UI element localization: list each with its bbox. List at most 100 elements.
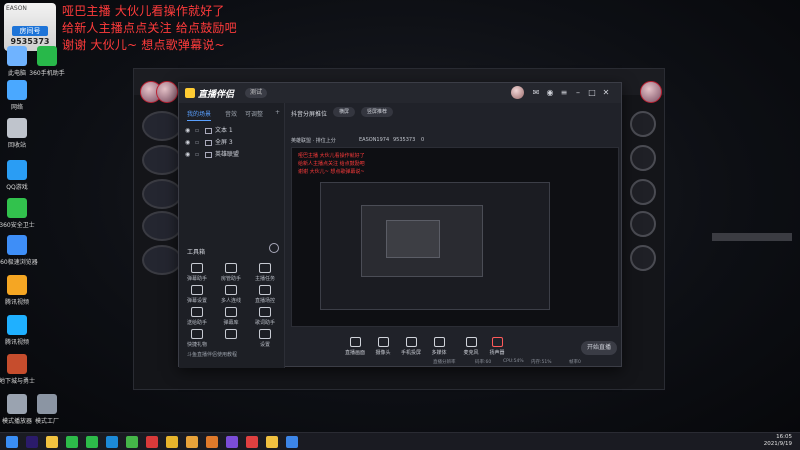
scene-item[interactable]: ◉ ▫ 文本 1	[185, 125, 277, 137]
scroll-bar[interactable]	[712, 233, 792, 241]
stream-preview[interactable]: 哑巴主播 大伙儿看操作就好了 给新人主播点关注 给点鼓励吧 谢谢 大伙儿~ 想点…	[291, 147, 619, 327]
champion-slot[interactable]	[142, 145, 182, 175]
tool-room-manager[interactable]: 房管助手	[217, 263, 245, 282]
landscape-chip[interactable]: 横屏	[333, 107, 356, 117]
tool-danmu-library[interactable]: 弹幕库	[217, 307, 245, 326]
lock-icon[interactable]: ▫	[195, 137, 199, 149]
player-avatar[interactable]	[640, 81, 662, 103]
file-icon[interactable]	[186, 436, 198, 448]
speaker-icon	[491, 337, 503, 347]
scene-item[interactable]: ◉ ▫ 全屏 3	[185, 137, 277, 149]
screen-icon	[205, 140, 212, 146]
tool-settings[interactable]: 设置	[251, 329, 279, 348]
minimize-icon[interactable]: –	[573, 88, 583, 98]
desktop-icon-dnf[interactable]: 地下城与勇士	[0, 354, 40, 385]
microphone-icon	[465, 337, 477, 347]
stream-icon[interactable]	[246, 436, 258, 448]
desktop-icon-network[interactable]: 网络	[0, 80, 40, 111]
edge-icon[interactable]	[106, 436, 118, 448]
tool-streamer-task[interactable]: 主播任务	[251, 263, 279, 282]
category-label[interactable]: 英雄联盟 · 排位上分	[291, 137, 336, 144]
champion-slot[interactable]	[142, 245, 182, 275]
champion-slot[interactable]	[630, 211, 656, 237]
portrait-chip[interactable]: 竖屏推荐	[361, 107, 394, 117]
tab-adjust[interactable]: 可调整	[245, 109, 263, 118]
champion-slot[interactable]	[630, 245, 656, 271]
media-icon	[433, 337, 445, 347]
add-screen-button[interactable]: 直播画面	[343, 337, 367, 356]
app-icon[interactable]	[226, 436, 238, 448]
desktop-icon-tencent-video-2[interactable]: 腾讯视频	[0, 315, 40, 346]
settings-icon[interactable]	[269, 243, 279, 253]
wechat-icon[interactable]	[66, 436, 78, 448]
chrome-icon[interactable]	[166, 436, 178, 448]
lock-icon[interactable]: ▫	[195, 125, 199, 137]
tool-gift-helper[interactable]: 送给助手	[183, 307, 211, 326]
recycle-bin-icon	[7, 118, 27, 138]
microphone-button[interactable]: 麦克风	[459, 337, 483, 356]
search-icon[interactable]	[46, 436, 58, 448]
champion-slot[interactable]	[630, 111, 656, 137]
scene-item[interactable]: ◉ ▫ 英雄联盟	[185, 149, 277, 161]
menu-icon[interactable]: ≡	[559, 88, 569, 98]
tool-danmu-settings[interactable]: 弹幕设置	[183, 285, 211, 304]
tool-quick-gift[interactable]: 快捷礼物	[183, 329, 211, 348]
phone-icon	[405, 337, 417, 347]
tutorial-link[interactable]: 斗鱼直播伴侣使用教程	[187, 351, 237, 358]
lock-icon[interactable]: ▫	[195, 149, 199, 161]
game-icon[interactable]	[126, 436, 138, 448]
desktop-icon-factory[interactable]: 模式工厂	[24, 394, 70, 425]
phone-cast-button[interactable]: 手机投屏	[399, 337, 423, 356]
tool-blank[interactable]	[217, 329, 245, 341]
tab-my-scenes[interactable]: 我的场景	[187, 109, 212, 121]
tool-multi-link[interactable]: 多人连线	[217, 285, 245, 304]
add-scene-button[interactable]: +	[275, 109, 280, 116]
add-media-button[interactable]: 多媒体	[427, 337, 451, 356]
system-clock[interactable]: 16:05 2021/9/19	[764, 434, 792, 448]
tab-sound[interactable]: 音效	[225, 109, 237, 118]
live-companion-window[interactable]: 直播伴侣 测试 ✉ ◉ ≡ – □ ✕ 我的场景 音效 可调整 + ◉ ▫ 文本 1…	[178, 82, 622, 368]
tool-live-control[interactable]: 直播场控	[251, 285, 279, 304]
speaker-button[interactable]: 扬声器	[485, 337, 509, 356]
browser-icon	[7, 235, 27, 255]
player-avatar[interactable]	[156, 81, 178, 103]
music-icon[interactable]	[146, 436, 158, 448]
bell-icon[interactable]: ◉	[545, 88, 555, 98]
start-icon[interactable]	[6, 436, 18, 448]
desktop-icon-qq-game[interactable]: QQ游戏	[0, 160, 40, 191]
network-icon	[7, 80, 27, 100]
preview-overlay-line-1: 哑巴主播 大伙儿看操作就好了	[298, 153, 365, 159]
champion-slot[interactable]	[142, 211, 182, 241]
browser-icon[interactable]	[286, 436, 298, 448]
maximize-icon[interactable]: □	[587, 88, 597, 98]
status-bitrate: 码率:60	[475, 360, 492, 365]
desktop-icon-recycle[interactable]: 回收站	[0, 118, 40, 149]
g-icon[interactable]	[206, 436, 218, 448]
desktop-icon-360-phone[interactable]: 360手机助手	[24, 46, 70, 77]
game-icon	[205, 152, 212, 158]
eye-icon[interactable]: ◉	[185, 149, 190, 161]
desktop-icon-tencent-video[interactable]: 腾讯视频	[0, 275, 40, 306]
folder-icon[interactable]	[266, 436, 278, 448]
desktop-icon-360-browser[interactable]: 360极速浏览器	[0, 235, 40, 266]
user-avatar[interactable]	[511, 86, 524, 99]
start-live-button[interactable]: 开始直播	[581, 341, 617, 355]
tool-lyrics-helper[interactable]: 歌词助手	[251, 307, 279, 326]
wechat2-icon[interactable]	[86, 436, 98, 448]
close-icon[interactable]: ✕	[601, 88, 611, 98]
champion-slot[interactable]	[142, 111, 182, 141]
eye-icon[interactable]: ◉	[185, 137, 190, 149]
premiere-icon[interactable]	[26, 436, 38, 448]
eye-icon[interactable]: ◉	[185, 125, 190, 137]
download-icon	[225, 329, 237, 339]
desktop-icon-360-safe[interactable]: 360安全卫士	[0, 198, 40, 229]
champion-slot[interactable]	[630, 179, 656, 205]
champion-slot[interactable]	[142, 179, 182, 209]
library-icon	[225, 307, 237, 317]
mail-icon[interactable]: ✉	[531, 88, 541, 98]
account-name: EASON1974	[359, 137, 390, 143]
title-bar[interactable]: 直播伴侣 测试 ✉ ◉ ≡ – □ ✕	[179, 83, 621, 103]
champion-slot[interactable]	[630, 145, 656, 171]
add-camera-button[interactable]: 摄像头	[371, 337, 395, 356]
tool-danmu-helper[interactable]: 弹幕助手	[183, 263, 211, 282]
